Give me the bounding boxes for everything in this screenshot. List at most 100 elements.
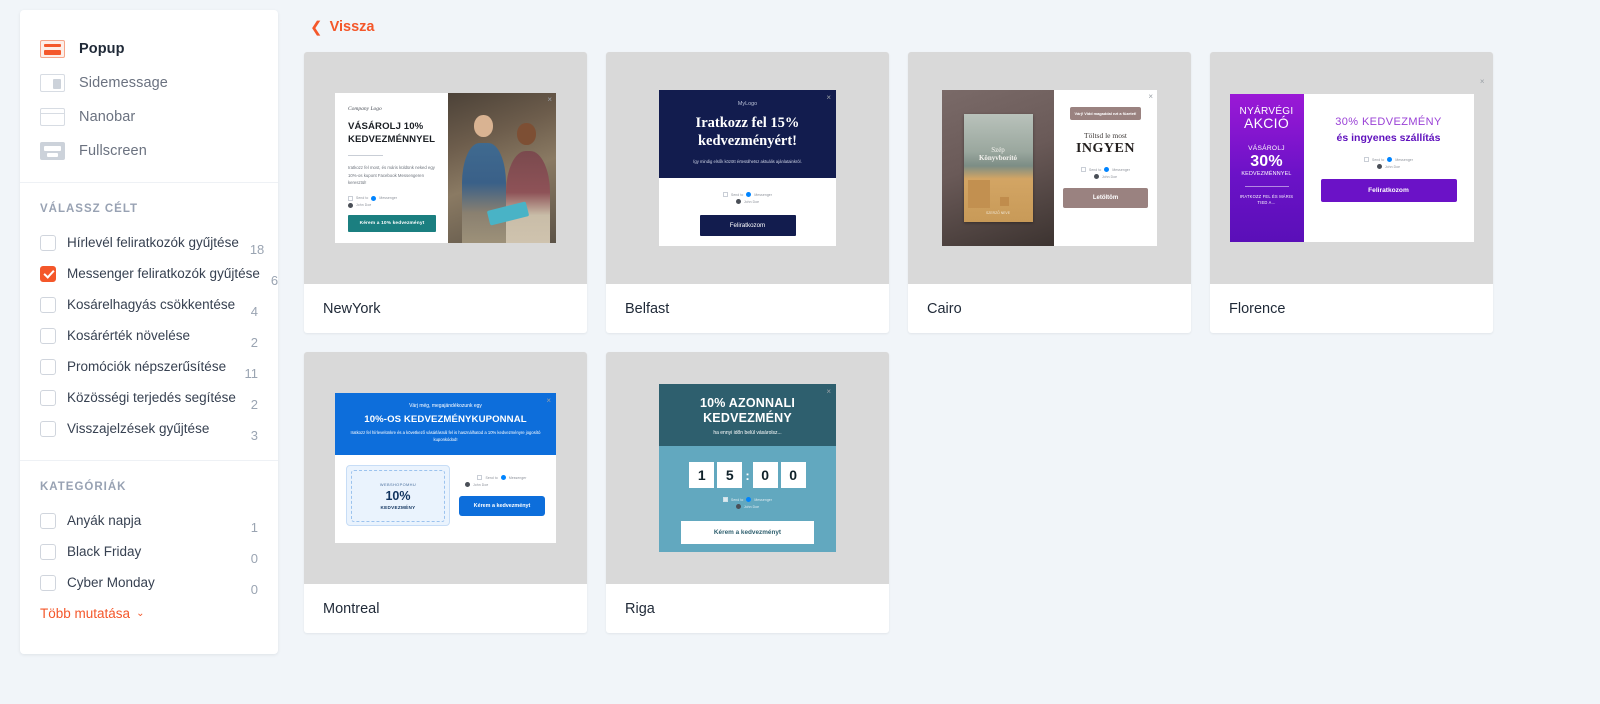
belfast-popup-mock: × MyLogo Iratkozz fel 15% kedvezményért!… (659, 90, 836, 246)
messenger-optin: Send to Messenger John Doe (659, 497, 836, 509)
template-title: NewYork (323, 300, 381, 317)
checkbox[interactable] (40, 512, 56, 529)
checkbox[interactable] (40, 574, 56, 591)
template-card-newyork[interactable]: Company Logo VÁSÁROLJ 10% KEDVEZMÉNNYEL … (304, 52, 587, 333)
messenger-icon (371, 195, 377, 201)
goal-filter-count: 2 (250, 397, 258, 412)
goal-filter-row[interactable]: Messenger feliratkozók gyűjtése 6 (40, 258, 278, 289)
template-footer: Montreal (304, 584, 587, 633)
checkbox[interactable] (40, 327, 56, 344)
checkbox[interactable] (40, 265, 56, 282)
category-filter-label: Cyber Monday (67, 575, 155, 590)
cairo-badge: Várj! Vidd magaddal ezt a füzetet! (1069, 107, 1142, 120)
avatar (465, 482, 470, 488)
template-preview: × 10% AZONNALI KEDVEZMÉNY ha ennyi időn … (606, 352, 889, 584)
goal-filter-row[interactable]: Kosárelhagyás csökkentése 4 (40, 289, 258, 320)
category-filter-row[interactable]: Cyber Monday 0 (40, 567, 258, 598)
belfast-heading: Iratkozz fel 15% kedvezményért! (695, 115, 800, 149)
goal-filter-row[interactable]: Promóciók népszerűsítése 11 (40, 351, 258, 382)
person-head (517, 123, 536, 145)
montreal-cta-button: Kérem a kedvezményt (459, 496, 545, 517)
messenger-icon (1104, 167, 1110, 172)
goal-filter-row[interactable]: Közösségi terjedés segítése 2 (40, 382, 258, 413)
goal-filter-section: VÁLASSZ CÉLT Hírlevél feliratkozók gyűjt… (20, 183, 278, 461)
template-preview: × Várj még, megajándékozunk egy 10%-OS K… (304, 352, 587, 584)
avatar (735, 504, 741, 509)
newyork-popup-mock: Company Logo VÁSÁROLJ 10% KEDVEZMÉNNYEL … (335, 93, 556, 243)
company-logo: Company Logo (348, 106, 382, 112)
show-more-categories-button[interactable]: Több mutatása ⌄ (40, 606, 258, 621)
belfast-body: Így mindig elsők között értesülhetsz akt… (693, 159, 802, 165)
template-title: Florence (1229, 300, 1286, 317)
template-card-montreal[interactable]: × Várj még, megajándékozunk egy 10%-OS K… (304, 352, 587, 633)
cover-art-block (967, 180, 990, 208)
template-footer: Riga (606, 584, 889, 633)
florence-promo-line5: KEDVEZMÉNNYEL (1241, 171, 1292, 177)
divider (348, 155, 383, 157)
template-footer: Florence (1210, 284, 1493, 333)
back-label: Vissza (329, 19, 375, 35)
belfast-form: Send to Messenger John Doe Feliratkozom (659, 178, 836, 252)
checkbox[interactable] (40, 358, 56, 375)
florence-subheading: és ingyenes szállítás (1336, 132, 1441, 144)
coupon-box: WEBSHOPOMHU 10% KEDVEZMÉNY (346, 465, 450, 527)
checkbox[interactable] (40, 543, 56, 560)
countdown-digit: 0 (752, 462, 778, 488)
sidebar-item-fullscreen[interactable]: Fullscreen (20, 134, 278, 168)
messenger-send-label: Send to (356, 196, 369, 201)
template-footer: NewYork (304, 284, 587, 333)
goal-filter-row[interactable]: Hírlevél feliratkozók gyűjtése 18 (40, 227, 264, 258)
cairo-text-pane: × Várj! Vidd magaddal ezt a füzetet! Töl… (1054, 90, 1157, 246)
sidebar-item-sidemessage[interactable]: Sidemessage (20, 66, 278, 100)
messenger-brand: Messenger (754, 192, 773, 197)
campaign-type-list: Popup Sidemessage Nanobar Fullscreen (20, 10, 278, 183)
messenger-brand: Messenger (508, 475, 527, 480)
goal-filter-count: 18 (249, 242, 265, 257)
checkbox[interactable] (40, 296, 56, 313)
goal-filter-row[interactable]: Kosárérték növelése 2 (40, 320, 258, 351)
nanobar-icon (40, 108, 65, 126)
goal-filter-label: Messenger feliratkozók gyűjtése (67, 266, 260, 281)
goal-filter-row[interactable]: Visszajelzések gyűjtése 3 (40, 413, 258, 444)
checkbox[interactable] (40, 389, 56, 406)
cover-art-block (999, 197, 1009, 206)
florence-promo-footnote: IRATKOZZ FEL ÉS MÁRIS TIED A... (1239, 194, 1294, 206)
back-button[interactable]: ❮ Vissza (310, 18, 374, 36)
messenger-icon (1387, 157, 1393, 162)
book-title-line2: Könyvborító (978, 154, 1018, 162)
goal-filter-label: Közösségi terjedés segítése (67, 390, 236, 405)
close-icon: × (1479, 77, 1485, 86)
book-cover: Szép Könyvborító SZERZŐ NEVE (963, 114, 1033, 222)
template-card-riga[interactable]: × 10% AZONNALI KEDVEZMÉNY ha ennyi időn … (606, 352, 889, 633)
checkbox[interactable] (40, 420, 56, 437)
template-card-cairo[interactable]: Szép Könyvborító SZERZŐ NEVE × Várj! Vid… (908, 52, 1191, 333)
company-logo: MyLogo (737, 101, 758, 107)
messenger-brand: Messenger (379, 196, 398, 201)
template-card-florence[interactable]: NYÁRVÉGI AKCIÓ VÁSÁROLJ 30% KEDVEZMÉNNYE… (1210, 52, 1493, 333)
countdown-digit: 0 (780, 462, 806, 488)
countdown-digit: 5 (717, 462, 743, 488)
avatar (1093, 174, 1099, 179)
riga-heading: 10% AZONNALI KEDVEZMÉNY (699, 396, 795, 425)
book-title-line1: Szép (991, 146, 1005, 154)
belfast-cta-button: Feliratkozom (699, 215, 796, 237)
countdown-digit: 1 (689, 462, 715, 488)
category-filter-row[interactable]: Anyák napja 1 (40, 505, 258, 536)
sidebar-item-nanobar[interactable]: Nanobar (20, 100, 278, 134)
sidebar-item-popup[interactable]: Popup (20, 32, 278, 66)
template-card-belfast[interactable]: × MyLogo Iratkozz fel 15% kedvezményért!… (606, 52, 889, 333)
goal-filter-count: 2 (250, 335, 258, 350)
category-filter-row[interactable]: Black Friday 0 (40, 536, 258, 567)
checkbox-icon (722, 192, 728, 198)
template-preview: NYÁRVÉGI AKCIÓ VÁSÁROLJ 30% KEDVEZMÉNNYE… (1210, 52, 1493, 284)
messenger-send-label: Send to (1371, 157, 1385, 162)
close-icon: × (546, 396, 551, 405)
coupon-label: KEDVEZMÉNY (380, 504, 416, 510)
messenger-brand: Messenger (1112, 167, 1131, 172)
messenger-optin: Send to Messenger John Doe (348, 195, 436, 208)
coupon-value: 10% (385, 488, 411, 503)
messenger-optin: Send to Messenger John Doe (1321, 157, 1457, 169)
checkbox-icon (1080, 167, 1086, 172)
checkbox[interactable] (40, 234, 56, 251)
messenger-user: John Doe (356, 203, 372, 208)
